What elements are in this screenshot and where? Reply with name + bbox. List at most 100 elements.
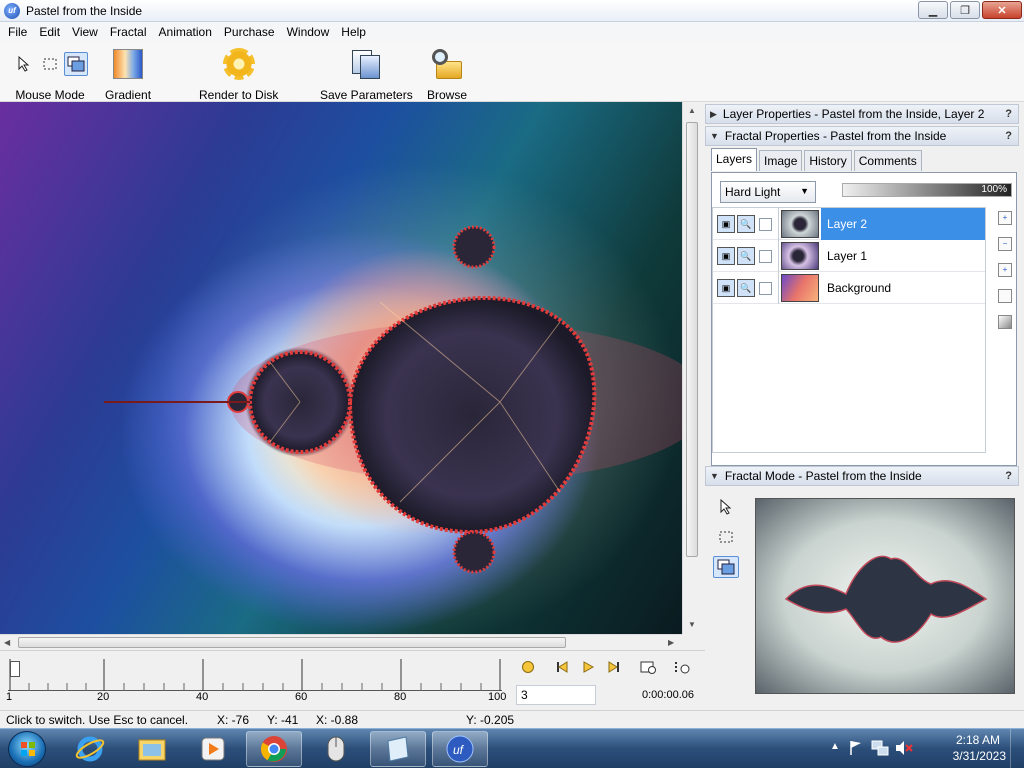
horizontal-scroll-thumb[interactable] <box>18 637 566 648</box>
fractal-mode-title: Fractal Mode - Pastel from the Inside <box>724 469 922 483</box>
menu-window[interactable]: Window <box>281 22 336 42</box>
layers-panel: Hard Light ▼ 100% ▣ 🔍 Layer 2 ▣ 🔍 Layer … <box>711 172 1017 466</box>
mask-layer-icon[interactable] <box>998 289 1012 303</box>
save-parameters-icon <box>350 48 382 80</box>
julia-preview[interactable] <box>755 498 1015 694</box>
start-button[interactable] <box>8 731 46 767</box>
layer-zoom-icon[interactable]: 🔍 <box>737 279 755 297</box>
fractal-properties-title: Fractal Properties - Pastel from the Ins… <box>724 129 947 143</box>
layer-lock-checkbox[interactable] <box>759 249 772 263</box>
volume-muted-icon[interactable] <box>894 739 914 757</box>
render-to-disk-button[interactable]: Render to Disk <box>199 46 278 102</box>
gear-icon <box>222 48 255 80</box>
tick-label: 60 <box>295 691 308 703</box>
fractal-canvas[interactable] <box>0 102 682 634</box>
layer-properties-header[interactable]: ▶ Layer Properties - Pastel from the Ins… <box>705 104 1019 124</box>
gradient-button[interactable]: Gradient <box>105 46 151 102</box>
horizontal-scrollbar[interactable]: ◀ ▶ <box>0 634 682 650</box>
layer-thumbnail <box>781 210 819 238</box>
layer-zoom-icon[interactable]: 🔍 <box>737 247 755 265</box>
menu-view[interactable]: View <box>66 22 104 42</box>
animation-time: 0:00:00.06 <box>642 689 694 701</box>
layer-lock-checkbox[interactable] <box>759 217 772 231</box>
vertical-scrollbar[interactable]: ▲ ▼ <box>682 102 700 634</box>
taskbar-mouse-settings[interactable] <box>308 731 364 767</box>
remove-layer-icon[interactable]: − <box>998 237 1012 251</box>
keyframe-button[interactable] <box>520 659 536 675</box>
play-icon[interactable] <box>580 659 596 675</box>
layer-visibility-icon[interactable]: ▣ <box>717 247 735 265</box>
tab-history[interactable]: History <box>804 150 852 171</box>
scroll-down-arrow-icon[interactable]: ▼ <box>688 620 696 629</box>
menu-edit[interactable]: Edit <box>33 22 66 42</box>
status-y-pixel: Y: -41 <box>267 713 299 727</box>
layer-thumbnail <box>781 242 819 270</box>
tab-image[interactable]: Image <box>759 150 803 171</box>
help-icon[interactable]: ? <box>1005 130 1012 142</box>
help-icon[interactable]: ? <box>1005 108 1012 120</box>
switch-mode-icon[interactable] <box>64 52 88 76</box>
timeline-playhead[interactable] <box>10 661 20 677</box>
scroll-up-arrow-icon[interactable]: ▲ <box>688 106 696 115</box>
taskbar-file-explorer[interactable] <box>124 731 180 767</box>
network-icon[interactable] <box>870 739 890 757</box>
help-icon[interactable]: ? <box>1005 470 1012 482</box>
menu-help[interactable]: Help <box>335 22 372 42</box>
add-layer-icon[interactable]: + <box>998 211 1012 225</box>
opacity-slider[interactable]: 100% <box>842 183 1012 197</box>
select-tool-icon[interactable] <box>38 52 62 76</box>
animation-settings-icon[interactable] <box>674 659 690 675</box>
clock-time[interactable]: 2:18 AM <box>956 733 1000 747</box>
fractal-properties-header[interactable]: ▼ Fractal Properties - Pastel from the I… <box>705 126 1019 146</box>
blend-mode-value: Hard Light <box>725 185 781 199</box>
switch-mode-icon[interactable] <box>713 556 739 578</box>
close-button[interactable]: ✕ <box>982 1 1022 19</box>
layer-visibility-icon[interactable]: ▣ <box>717 279 735 297</box>
select-tool-icon[interactable] <box>713 526 739 548</box>
pointer-tool-icon[interactable] <box>713 496 739 518</box>
menu-file[interactable]: File <box>2 22 33 42</box>
layer-name: Background <box>827 281 892 295</box>
vertical-scroll-thumb[interactable] <box>686 122 698 557</box>
render-label: Render to Disk <box>199 88 279 102</box>
tab-comments[interactable]: Comments <box>853 150 922 171</box>
show-hidden-icons-icon[interactable]: ▲ <box>830 741 840 752</box>
tick-label: 20 <box>97 691 110 703</box>
menu-animation[interactable]: Animation <box>153 22 218 42</box>
browse-button[interactable]: Browse <box>427 46 467 102</box>
layer-row[interactable]: ▣ 🔍 Background <box>713 272 985 304</box>
show-desktop-button[interactable] <box>1010 729 1024 768</box>
menu-fractal[interactable]: Fractal <box>104 22 153 42</box>
fractal-mode-header[interactable]: ▼ Fractal Mode - Pastel from the Inside … <box>705 466 1019 486</box>
scroll-right-arrow-icon[interactable]: ▶ <box>668 638 674 647</box>
save-parameters-button[interactable]: Save Parameters <box>320 46 413 102</box>
layer-row[interactable]: ▣ 🔍 Layer 1 <box>713 240 985 272</box>
layer-visibility-icon[interactable]: ▣ <box>717 215 735 233</box>
timing-icon[interactable] <box>640 659 656 675</box>
tab-layers[interactable]: Layers <box>711 148 758 171</box>
layer-lock-checkbox[interactable] <box>759 281 772 295</box>
scroll-left-arrow-icon[interactable]: ◀ <box>4 638 10 647</box>
gradient-layer-icon[interactable] <box>998 315 1012 329</box>
minimize-button[interactable]: ▁ <box>918 1 948 19</box>
frame-number-input[interactable]: 3 <box>516 685 596 705</box>
timeline-ruler[interactable] <box>8 657 502 691</box>
taskbar-internet-explorer[interactable] <box>62 731 118 767</box>
menu-purchase[interactable]: Purchase <box>218 22 281 42</box>
blend-mode-select[interactable]: Hard Light ▼ <box>720 181 816 203</box>
skip-forward-icon[interactable] <box>606 659 622 675</box>
add-group-icon[interactable]: + <box>998 263 1012 277</box>
taskbar-ultra-fractal[interactable]: uf <box>432 731 488 767</box>
clock-date[interactable]: 3/31/2023 <box>953 749 1006 763</box>
julia-preview-art <box>784 555 988 643</box>
layer-row[interactable]: ▣ 🔍 Layer 2 <box>713 208 985 240</box>
skip-back-icon[interactable] <box>554 659 570 675</box>
taskbar-chrome[interactable] <box>246 731 302 767</box>
chrome-icon <box>260 736 287 762</box>
pointer-tool-icon[interactable] <box>12 52 36 76</box>
layer-zoom-icon[interactable]: 🔍 <box>737 215 755 233</box>
maximize-button[interactable]: ❐ <box>950 1 980 19</box>
action-center-flag-icon[interactable] <box>848 739 864 757</box>
taskbar-notepad[interactable] <box>370 731 426 767</box>
taskbar-media-player[interactable] <box>185 731 241 767</box>
